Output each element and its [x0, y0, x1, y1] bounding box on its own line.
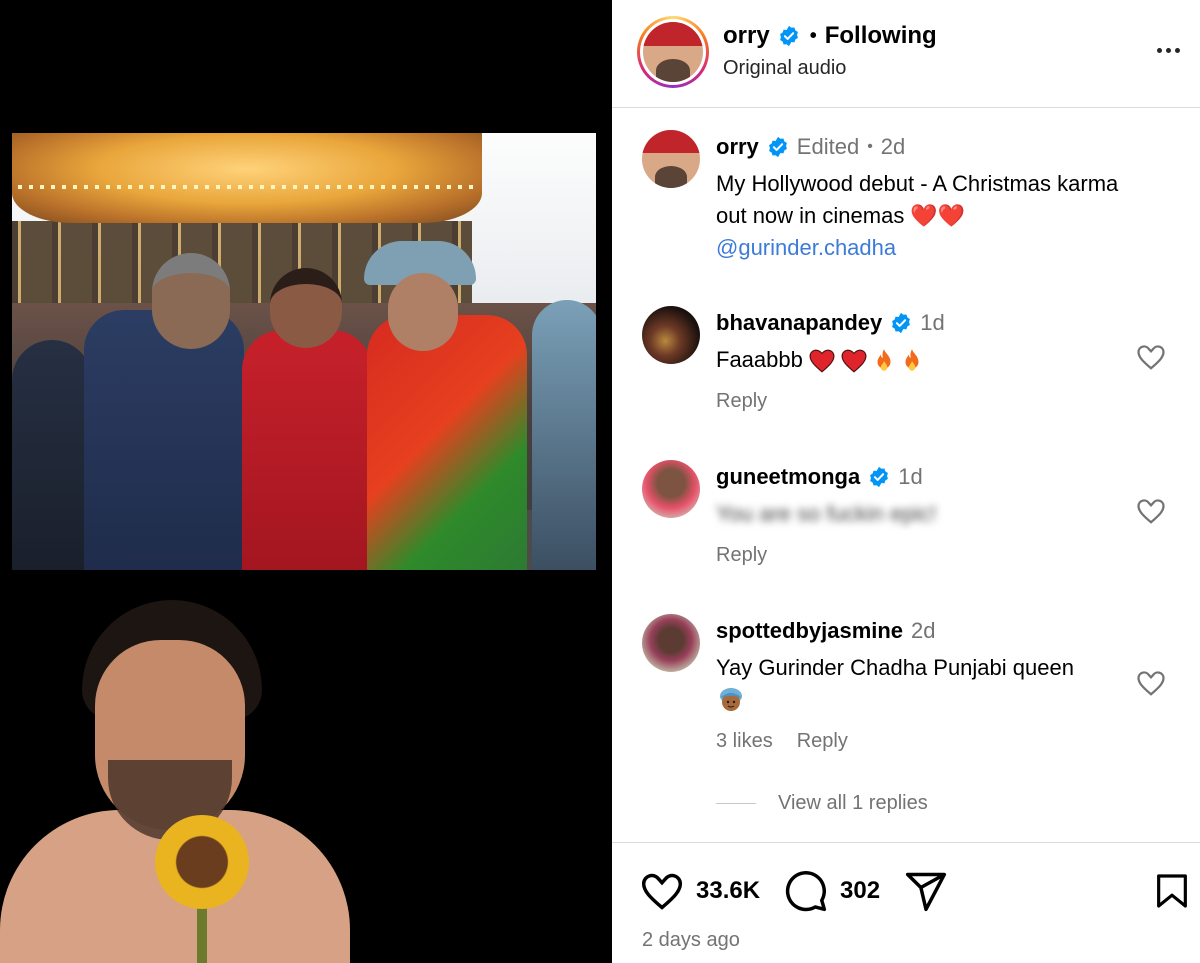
comment-item: spottedbyjasmine 2d Yay Gurinder Chadha …	[642, 614, 1182, 824]
comment-item: guneetmonga 1d You are so fuckin epic! R…	[642, 460, 1182, 580]
turban-woman-emoji-icon	[720, 688, 742, 712]
person-christmas-jumper	[367, 315, 527, 570]
likes-count[interactable]: 33.6K	[696, 877, 760, 905]
like-comment-heart-icon[interactable]	[1136, 342, 1166, 372]
reel-video[interactable]	[0, 0, 612, 963]
comment-text: Faaabbb	[716, 347, 803, 372]
post-side-panel: orry • Following Original audio orry Edi…	[612, 0, 1200, 963]
like-comment-heart-icon[interactable]	[1136, 496, 1166, 526]
person-red-sweater	[242, 330, 372, 570]
comment-icon[interactable]	[784, 869, 828, 913]
edited-label: Edited	[796, 134, 860, 159]
caption-username[interactable]: orry	[716, 134, 759, 160]
fire-emoji-icon	[877, 349, 891, 371]
verified-icon	[779, 25, 798, 47]
author-avatar[interactable]	[643, 22, 703, 82]
comment-header: bhavanapandey 1d	[716, 310, 945, 336]
story-ring[interactable]	[637, 16, 709, 88]
comment-header: spottedbyjasmine 2d	[716, 618, 936, 644]
comment-age: 2d	[911, 618, 936, 643]
comment-text: Yay Gurinder Chadha Punjabi queen	[716, 655, 1074, 680]
comment-actions: Reply	[716, 544, 767, 567]
verified-icon	[892, 312, 911, 334]
person-head	[270, 268, 342, 348]
comment-actions: Reply	[716, 390, 767, 413]
replies-divider-line	[716, 803, 756, 804]
comment-header: guneetmonga 1d	[716, 464, 923, 490]
red-heart-emoji-icon	[809, 349, 835, 373]
caption-age: 2d	[880, 134, 906, 159]
caption-text: My Hollywood debut - A Christmas karma o…	[716, 171, 1119, 228]
comment-username[interactable]: guneetmonga	[716, 464, 860, 490]
post-header: orry • Following Original audio	[612, 0, 1200, 108]
comment-age: 1d	[898, 464, 923, 489]
fire-emoji-icon	[905, 349, 919, 371]
mention-link[interactable]: @gurinder.chadha	[716, 235, 896, 260]
commenter-avatar[interactable]	[642, 306, 700, 364]
share-icon[interactable]	[904, 869, 948, 913]
verified-icon	[768, 136, 787, 158]
view-replies-label[interactable]: View all 1 replies	[778, 792, 928, 815]
comment-username[interactable]: spottedbyjasmine	[716, 618, 903, 644]
more-options-icon[interactable]	[1150, 36, 1186, 64]
comments-count[interactable]: 302	[840, 877, 880, 905]
bookmark-icon[interactable]	[1152, 869, 1192, 913]
post-photo	[12, 133, 596, 570]
comment-item: bhavanapandey 1d Faaabbb Reply	[642, 306, 1182, 426]
comment-likes-count[interactable]: 3 likes	[716, 730, 773, 753]
caption-text-block: My Hollywood debut - A Christmas karma o…	[716, 168, 1146, 264]
like-comment-heart-icon[interactable]	[1136, 668, 1166, 698]
comment-age: 1d	[920, 310, 945, 335]
comment-text-block: Yay Gurinder Chadha Punjabi queen	[716, 652, 1136, 716]
commenter-avatar[interactable]	[642, 614, 700, 672]
posted-time[interactable]: 2 days ago	[642, 929, 740, 952]
header-title-row: orry • Following	[723, 22, 937, 50]
flower-stem	[197, 905, 207, 963]
comment-text: You are so fuckin epic!	[716, 501, 937, 526]
reply-button[interactable]: Reply	[797, 730, 848, 753]
person-navy-suit	[84, 310, 244, 570]
comment-actions: 3 likes Reply	[716, 730, 848, 753]
view-replies-button[interactable]: View all 1 replies	[716, 792, 928, 815]
separator-dot: •	[809, 24, 817, 47]
comment-text-block: Faaabbb	[716, 344, 1136, 376]
audio-link[interactable]: Original audio	[723, 57, 846, 80]
commenter-avatar[interactable]	[642, 460, 700, 518]
post-actions-bar: 33.6K 302 2 days ago	[612, 842, 1200, 963]
author-username[interactable]: orry	[723, 22, 770, 50]
bystander	[12, 340, 92, 570]
comment-username[interactable]: bhavanapandey	[716, 310, 882, 336]
separator-dot: •	[867, 138, 873, 155]
person-head	[152, 253, 230, 349]
reply-button[interactable]: Reply	[716, 390, 767, 413]
selfie-overlay	[0, 600, 360, 963]
author-avatar[interactable]	[642, 130, 700, 188]
caption-header: orry Edited • 2d	[716, 134, 905, 160]
sunflower	[155, 815, 249, 909]
person-head	[388, 273, 458, 351]
verified-icon	[870, 466, 889, 488]
red-heart-emoji-icon	[841, 349, 867, 373]
carousel-roof	[12, 133, 482, 223]
caption: orry Edited • 2d My Hollywood debut - A …	[642, 130, 1182, 270]
following-button[interactable]: Following	[825, 22, 937, 50]
heart-icon[interactable]	[640, 869, 684, 913]
bystander	[532, 300, 596, 570]
reply-button[interactable]: Reply	[716, 544, 767, 567]
